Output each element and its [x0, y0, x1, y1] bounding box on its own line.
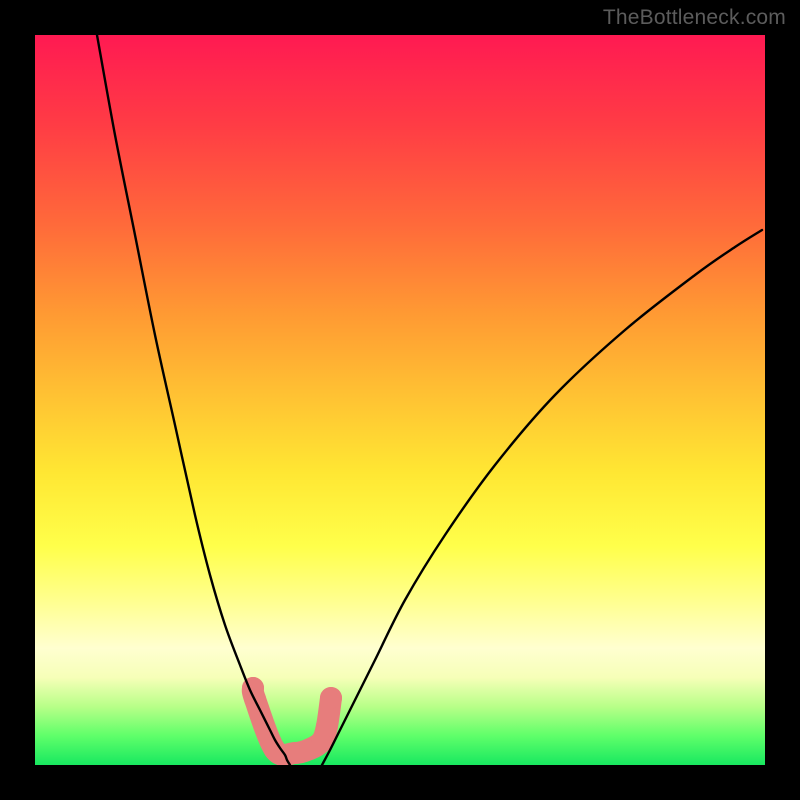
left-curve	[97, 35, 290, 765]
plot-area	[35, 35, 765, 765]
watermark-text: TheBottleneck.com	[603, 6, 786, 30]
curves-svg	[35, 35, 765, 765]
right-curve	[322, 230, 762, 765]
blob-dot	[320, 687, 342, 709]
blob-dot	[316, 715, 338, 737]
outer-frame: TheBottleneck.com	[0, 0, 800, 800]
